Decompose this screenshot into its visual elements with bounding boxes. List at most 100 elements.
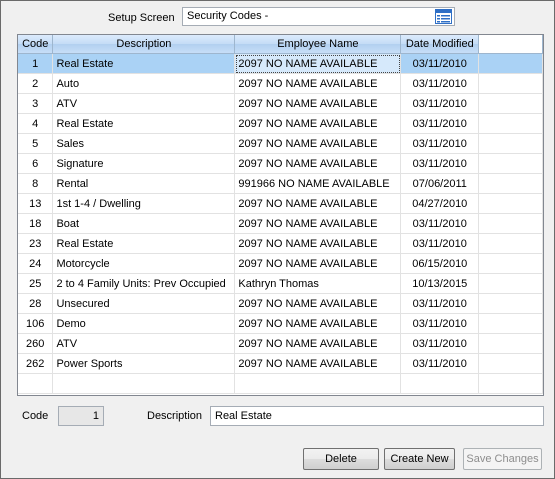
delete-button[interactable]: Delete (303, 448, 379, 470)
description-cell[interactable]: Boat (52, 213, 236, 234)
empty-cell[interactable] (478, 93, 543, 114)
code-cell[interactable]: 260 (18, 333, 54, 354)
description-cell[interactable]: 2 to 4 Family Units: Prev Occupied (52, 273, 236, 294)
date-modified-cell[interactable]: 03/11/2010 (400, 73, 480, 94)
empty-cell[interactable] (478, 53, 543, 74)
description-cell[interactable]: Rental (52, 173, 236, 194)
code-cell[interactable]: 262 (18, 353, 54, 374)
date-modified-cell[interactable]: 03/11/2010 (400, 93, 480, 114)
employee-name-cell[interactable]: 2097 NO NAME AVAILABLE (234, 213, 402, 234)
employee-name-cell[interactable]: 2097 NO NAME AVAILABLE (234, 153, 402, 174)
employee-name-cell[interactable]: 991966 NO NAME AVAILABLE (234, 173, 402, 194)
column-header-code[interactable]: Code (18, 35, 54, 54)
employee-name-cell[interactable]: 2097 NO NAME AVAILABLE (234, 293, 402, 314)
empty-cell[interactable] (478, 133, 543, 154)
date-modified-cell[interactable]: 06/15/2010 (400, 253, 480, 274)
date-modified-cell[interactable]: 03/11/2010 (400, 333, 480, 354)
date-modified-cell[interactable]: 03/11/2010 (400, 153, 480, 174)
code-cell[interactable]: 13 (18, 193, 54, 214)
code-cell[interactable]: 1 (18, 53, 54, 74)
empty-cell[interactable] (478, 173, 543, 194)
column-header-employee-name[interactable]: Employee Name (234, 35, 402, 54)
employee-name-cell[interactable]: 2097 NO NAME AVAILABLE (234, 353, 402, 374)
employee-name-cell[interactable]: 2097 NO NAME AVAILABLE (234, 113, 402, 134)
security-codes-grid[interactable]: Code Description Employee Name Date Modi… (17, 34, 544, 396)
date-modified-cell[interactable]: 03/11/2010 (400, 133, 480, 154)
table-row[interactable]: 23 Real Estate 2097 NO NAME AVAILABLE 03/11… (18, 233, 543, 254)
table-row[interactable]: 5 Sales 2097 NO NAME AVAILABLE 03/11/2010 (18, 133, 543, 154)
empty-cell[interactable] (478, 293, 543, 314)
list-view-icon[interactable] (435, 9, 452, 24)
table-row[interactable]: 106 Demo 2097 NO NAME AVAILABLE 03/11/2010 (18, 313, 543, 334)
code-cell[interactable]: 4 (18, 113, 54, 134)
employee-name-cell[interactable]: 2097 NO NAME AVAILABLE (234, 313, 402, 334)
date-modified-cell[interactable]: 03/11/2010 (400, 293, 480, 314)
table-row[interactable]: 28 Unsecured 2097 NO NAME AVAILABLE 03/11/2… (18, 293, 543, 314)
table-row[interactable]: 260 ATV 2097 NO NAME AVAILABLE 03/11/2010 (18, 333, 543, 354)
description-cell[interactable]: Unsecured (52, 293, 236, 314)
table-row[interactable]: 3 ATV 2097 NO NAME AVAILABLE 03/11/2010 (18, 93, 543, 114)
date-modified-cell[interactable]: 03/11/2010 (400, 113, 480, 134)
employee-name-cell[interactable]: 2097 NO NAME AVAILABLE (234, 53, 402, 74)
empty-cell[interactable] (478, 213, 543, 234)
column-header-date-modified[interactable]: Date Modified (400, 35, 480, 54)
date-modified-cell[interactable]: 03/11/2010 (400, 353, 480, 374)
date-modified-cell[interactable]: 03/11/2010 (400, 233, 480, 254)
code-cell[interactable]: 25 (18, 273, 54, 294)
table-row[interactable]: 1 Real Estate 2097 NO NAME AVAILABLE 03/11/… (18, 53, 543, 74)
table-row[interactable]: 24 Motorcycle 2097 NO NAME AVAILABLE 06/15/… (18, 253, 543, 274)
empty-cell[interactable] (478, 73, 543, 94)
description-cell[interactable]: Sales (52, 133, 236, 154)
description-cell[interactable]: Real Estate (52, 233, 236, 254)
table-row[interactable]: 6 Signature 2097 NO NAME AVAILABLE 03/11/20… (18, 153, 543, 174)
code-cell[interactable]: 18 (18, 213, 54, 234)
description-cell[interactable]: Signature (52, 153, 236, 174)
employee-name-cell[interactable]: 2097 NO NAME AVAILABLE (234, 253, 402, 274)
description-cell[interactable]: Real Estate (52, 53, 236, 74)
table-row[interactable]: 2 Auto 2097 NO NAME AVAILABLE 03/11/2010 (18, 73, 543, 94)
table-row[interactable]: 4 Real Estate 2097 NO NAME AVAILABLE 03/11/… (18, 113, 543, 134)
date-modified-cell[interactable]: 03/11/2010 (400, 213, 480, 234)
table-row[interactable]: 25 2 to 4 Family Units: Prev Occupied Kath… (18, 273, 543, 294)
empty-cell[interactable] (478, 313, 543, 334)
employee-name-cell[interactable]: Kathryn Thomas (234, 273, 402, 294)
code-cell[interactable]: 8 (18, 173, 54, 194)
code-cell[interactable]: 24 (18, 253, 54, 274)
description-field[interactable]: Real Estate (210, 406, 544, 426)
table-row[interactable]: 18 Boat 2097 NO NAME AVAILABLE 03/11/2010 (18, 213, 543, 234)
employee-name-cell[interactable]: 2097 NO NAME AVAILABLE (234, 333, 402, 354)
description-cell[interactable]: Real Estate (52, 113, 236, 134)
description-cell[interactable]: ATV (52, 93, 236, 114)
empty-cell[interactable] (478, 193, 543, 214)
code-cell[interactable]: 23 (18, 233, 54, 254)
table-row[interactable]: 13 1st 1-4 / Dwelling 2097 NO NAME AVAILAB… (18, 193, 543, 214)
empty-cell[interactable] (478, 353, 543, 374)
date-modified-cell[interactable]: 04/27/2010 (400, 193, 480, 214)
code-cell[interactable]: 2 (18, 73, 54, 94)
empty-cell[interactable] (478, 253, 543, 274)
setup-screen-field[interactable]: Security Codes - (182, 7, 455, 26)
date-modified-cell[interactable]: 03/11/2010 (400, 53, 480, 74)
description-cell[interactable]: 1st 1-4 / Dwelling (52, 193, 236, 214)
empty-cell[interactable] (478, 233, 543, 254)
code-cell[interactable]: 106 (18, 313, 54, 334)
description-cell[interactable]: Auto (52, 73, 236, 94)
table-row[interactable]: 8 Rental 991966 NO NAME AVAILABLE 07/06/201… (18, 173, 543, 194)
description-cell[interactable]: Motorcycle (52, 253, 236, 274)
employee-name-cell[interactable]: 2097 NO NAME AVAILABLE (234, 133, 402, 154)
description-cell[interactable]: Demo (52, 313, 236, 334)
code-cell[interactable]: 6 (18, 153, 54, 174)
description-cell[interactable]: Power Sports (52, 353, 236, 374)
table-row[interactable]: 262 Power Sports 2097 NO NAME AVAILABLE 03/… (18, 353, 543, 374)
empty-cell[interactable] (478, 333, 543, 354)
code-cell[interactable]: 5 (18, 133, 54, 154)
employee-name-cell[interactable]: 2097 NO NAME AVAILABLE (234, 73, 402, 94)
empty-cell[interactable] (478, 273, 543, 294)
date-modified-cell[interactable]: 07/06/2011 (400, 173, 480, 194)
column-header-description[interactable]: Description (52, 35, 236, 54)
date-modified-cell[interactable]: 03/11/2010 (400, 313, 480, 334)
code-cell[interactable]: 28 (18, 293, 54, 314)
employee-name-cell[interactable]: 2097 NO NAME AVAILABLE (234, 193, 402, 214)
empty-cell[interactable] (478, 153, 543, 174)
employee-name-cell[interactable]: 2097 NO NAME AVAILABLE (234, 93, 402, 114)
